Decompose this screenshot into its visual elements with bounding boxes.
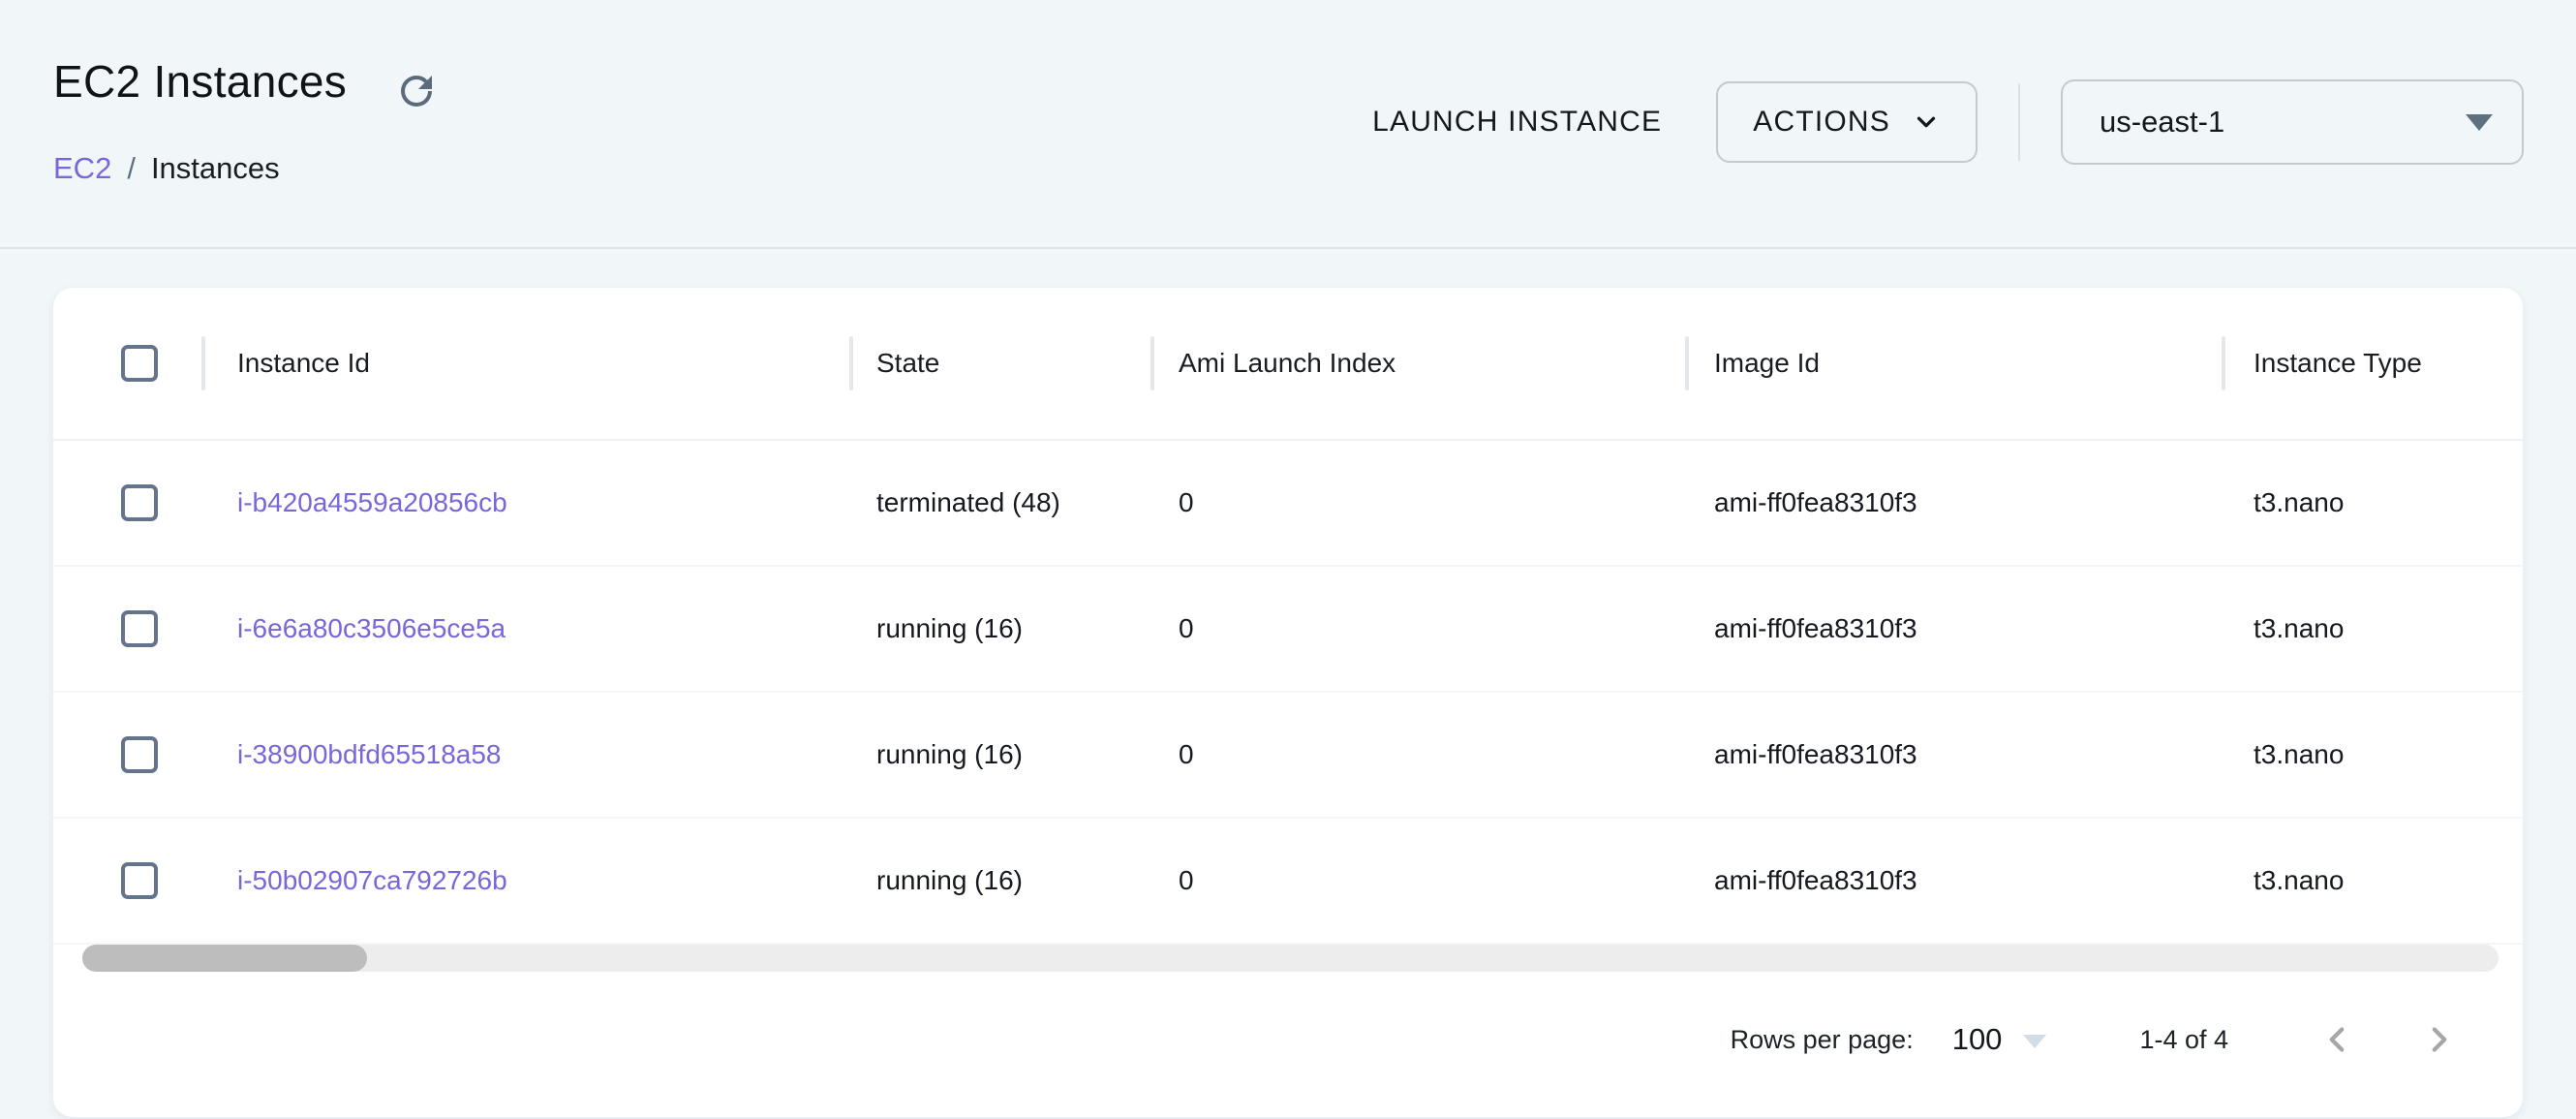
table-header-row: Instance Id State Ami Launch Index Image… — [53, 288, 2523, 441]
column-separator — [201, 336, 205, 390]
table-row: i-50b02907ca792726b running (16) 0 ami-f… — [53, 819, 2523, 945]
column-header-image-id[interactable]: Image Id — [1714, 348, 1820, 379]
next-page-button[interactable] — [2414, 1014, 2465, 1065]
actions-button[interactable]: ACTIONS — [1716, 81, 1978, 163]
image-id-cell: ami-ff0fea8310f3 — [1714, 487, 1917, 518]
page-header: EC2 Instances EC2 / Instances LAUNCH INS… — [0, 0, 2576, 249]
image-id-cell: ami-ff0fea8310f3 — [1714, 613, 1917, 644]
chevron-right-icon — [2419, 1019, 2460, 1060]
instance-type-cell: t3.nano — [2254, 613, 2344, 644]
column-header-instance-type[interactable]: Instance Type — [2254, 348, 2422, 379]
ami-launch-index-cell: 0 — [1179, 487, 1194, 518]
instance-id-link[interactable]: i-38900bdfd65518a58 — [237, 739, 501, 770]
column-header-instance-id[interactable]: Instance Id — [237, 348, 370, 379]
pagination-bar: Rows per page: 100 1-4 of 4 — [53, 1009, 2523, 1071]
ami-launch-index-cell: 0 — [1179, 613, 1194, 644]
state-cell: terminated (48) — [876, 487, 1060, 518]
instance-type-cell: t3.nano — [2254, 487, 2344, 518]
state-cell: running (16) — [876, 613, 1023, 644]
breadcrumb-separator: / — [127, 151, 136, 186]
instance-id-link[interactable]: i-50b02907ca792726b — [237, 865, 507, 896]
state-cell: running (16) — [876, 865, 1023, 896]
previous-page-button[interactable] — [2312, 1014, 2362, 1065]
row-checkbox[interactable] — [121, 484, 158, 521]
refresh-button[interactable] — [391, 66, 442, 116]
horizontal-scrollbar-thumb[interactable] — [82, 945, 367, 972]
table-row: i-38900bdfd65518a58 running (16) 0 ami-f… — [53, 693, 2523, 819]
table-row: i-b420a4559a20856cb terminated (48) 0 am… — [53, 441, 2523, 567]
region-select[interactable]: us-east-1 — [2061, 79, 2524, 165]
instance-type-cell: t3.nano — [2254, 739, 2344, 770]
image-id-cell: ami-ff0fea8310f3 — [1714, 865, 1917, 896]
rows-per-page-label: Rows per page: — [1731, 1025, 1914, 1055]
rows-per-page-value: 100 — [1952, 1022, 2003, 1057]
instance-id-link[interactable]: i-b420a4559a20856cb — [237, 487, 507, 518]
state-cell: running (16) — [876, 739, 1023, 770]
instances-table-card: Instance Id State Ami Launch Index Image… — [53, 288, 2523, 1117]
toolbar-divider — [2018, 83, 2020, 161]
ami-launch-index-cell: 0 — [1179, 865, 1194, 896]
chevron-left-icon — [2316, 1019, 2357, 1060]
image-id-cell: ami-ff0fea8310f3 — [1714, 739, 1917, 770]
select-all-checkbox[interactable] — [121, 345, 158, 382]
rows-per-page-select[interactable]: 100 — [1952, 1022, 2047, 1057]
row-checkbox[interactable] — [121, 610, 158, 647]
breadcrumb-ec2-link[interactable]: EC2 — [53, 151, 111, 186]
pagination-range: 1-4 of 4 — [2139, 1025, 2228, 1055]
ami-launch-index-cell: 0 — [1179, 739, 1194, 770]
row-checkbox[interactable] — [121, 862, 158, 899]
column-header-ami-launch-index[interactable]: Ami Launch Index — [1179, 348, 1395, 379]
column-separator — [1150, 336, 1154, 390]
instance-type-cell: t3.nano — [2254, 865, 2344, 896]
actions-button-label: ACTIONS — [1753, 106, 1890, 139]
rows-per-page-caret-icon — [2023, 1035, 2046, 1048]
column-separator — [2222, 336, 2225, 390]
horizontal-scrollbar[interactable] — [82, 945, 2499, 972]
table-row: i-6e6a80c3506e5ce5a running (16) 0 ami-f… — [53, 567, 2523, 693]
refresh-icon — [393, 68, 440, 114]
chevron-down-icon — [1912, 108, 1941, 137]
region-select-value: us-east-1 — [2100, 105, 2224, 140]
header-controls: LAUNCH INSTANCE ACTIONS us-east-1 — [1365, 78, 2524, 167]
launch-instance-button[interactable]: LAUNCH INSTANCE — [1365, 106, 1670, 139]
instance-id-link[interactable]: i-6e6a80c3506e5ce5a — [237, 613, 506, 644]
ec2-instances-page: EC2 Instances EC2 / Instances LAUNCH INS… — [0, 0, 2576, 1119]
page-title: EC2 Instances — [53, 55, 347, 108]
breadcrumb-current: Instances — [151, 151, 280, 186]
column-separator — [849, 336, 853, 390]
row-checkbox[interactable] — [121, 736, 158, 773]
dropdown-caret-icon — [2466, 114, 2493, 131]
breadcrumb: EC2 / Instances — [53, 151, 280, 186]
column-header-state[interactable]: State — [876, 348, 939, 379]
column-separator — [1685, 336, 1689, 390]
